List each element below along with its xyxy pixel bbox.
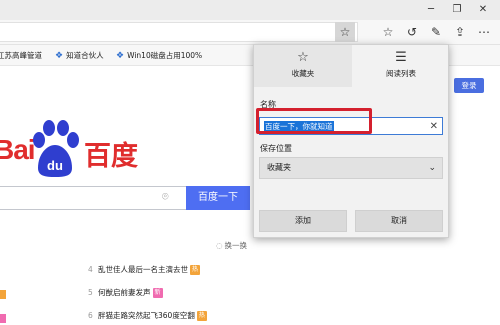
- favorite-item[interactable]: 江苏高峰管道: [0, 45, 42, 66]
- close-window-button[interactable]: ✕: [470, 0, 496, 20]
- favorites-hub-icon[interactable]: ☆: [378, 22, 398, 42]
- save-location-select[interactable]: 收藏夹 ⌄: [259, 157, 443, 179]
- clear-icon[interactable]: ✕: [430, 119, 438, 135]
- minimize-button[interactable]: ─: [418, 0, 444, 20]
- star-icon: ☆: [297, 50, 309, 65]
- title-bar: ─ ❐ ✕: [0, 0, 500, 20]
- favorite-label: 知道合伙人: [66, 51, 104, 60]
- save-location-value: 收藏夹: [267, 163, 291, 172]
- hot-title: 何猷启前妻发声: [98, 288, 151, 297]
- highlight-annotation: [256, 108, 372, 134]
- favorite-item[interactable]: ❖ Win10磁盘占用100%: [116, 45, 202, 66]
- search-input[interactable]: [0, 186, 186, 210]
- login-button[interactable]: 登录: [454, 78, 484, 93]
- favorite-item[interactable]: ❖ 知道合伙人: [55, 45, 104, 66]
- logo-chinese-text: 百度: [84, 141, 138, 172]
- search-button[interactable]: 百度一下: [186, 186, 250, 210]
- save-location-label: 保存位置: [260, 144, 292, 153]
- hot-tag-partial: [0, 290, 6, 299]
- add-favorite-flyout: ☆ 收藏夹 ☰ 阅读列表 名称 百度一下，你就知道 ✕ 保存位置 收藏夹 ⌄ 添…: [253, 44, 449, 238]
- maximize-button[interactable]: ❐: [444, 0, 470, 20]
- pen-icon[interactable]: ✎: [426, 22, 446, 42]
- hot-list-item[interactable]: 6 胖猫走路突然起飞360度空翻热: [88, 310, 207, 322]
- refresh-link[interactable]: ◌ 换一换: [216, 240, 247, 251]
- reading-list-icon: ☰: [395, 50, 407, 65]
- browser-toolbar: ☆ ☆ ↺ ✎ ⇪ ⋯: [0, 20, 500, 45]
- add-button[interactable]: 添加: [259, 210, 347, 232]
- share-icon[interactable]: ⇪: [450, 22, 470, 42]
- paw-icon: ❖: [116, 51, 125, 61]
- address-bar[interactable]: ☆: [0, 22, 358, 42]
- hot-tag: 热: [190, 265, 201, 275]
- hot-title: 乱世佳人最后一名主演去世: [98, 265, 188, 274]
- favorite-label: Win10磁盘占用100%: [127, 51, 203, 60]
- chevron-down-icon: ⌄: [428, 163, 436, 173]
- add-favorite-star-icon[interactable]: ☆: [335, 22, 355, 42]
- tab-favorites[interactable]: ☆ 收藏夹: [254, 45, 352, 87]
- paw-icon: ❖: [55, 51, 64, 61]
- tab-label: 收藏夹: [291, 69, 315, 78]
- more-menu-icon[interactable]: ⋯: [474, 22, 494, 42]
- history-icon[interactable]: ↺: [402, 22, 422, 42]
- favorite-label: 江苏高峰管道: [0, 51, 42, 60]
- hot-tag: 热: [196, 311, 207, 321]
- hot-list-item[interactable]: 5 何猷启前妻发声新: [88, 287, 163, 299]
- hot-rank: 4: [88, 265, 93, 274]
- hot-tag-partial: [0, 314, 6, 323]
- logo-du-text: du: [47, 158, 63, 173]
- hot-title: 胖猫走路突然起飞360度空翻: [98, 311, 195, 320]
- tab-reading-list[interactable]: ☰ 阅读列表: [352, 45, 450, 87]
- hot-list-item[interactable]: 4 乱世佳人最后一名主演去世热: [88, 264, 201, 276]
- refresh-icon: ◌: [216, 241, 223, 250]
- hot-rank: 5: [88, 288, 93, 297]
- cancel-button[interactable]: 取消: [355, 210, 443, 232]
- camera-icon[interactable]: ⌾: [162, 190, 169, 204]
- hot-rank: 6: [88, 311, 93, 320]
- refresh-label: 换一换: [224, 241, 248, 250]
- paw-logo-icon: du: [33, 120, 79, 177]
- hot-tag: 新: [152, 288, 163, 298]
- tab-label: 阅读列表: [386, 69, 416, 78]
